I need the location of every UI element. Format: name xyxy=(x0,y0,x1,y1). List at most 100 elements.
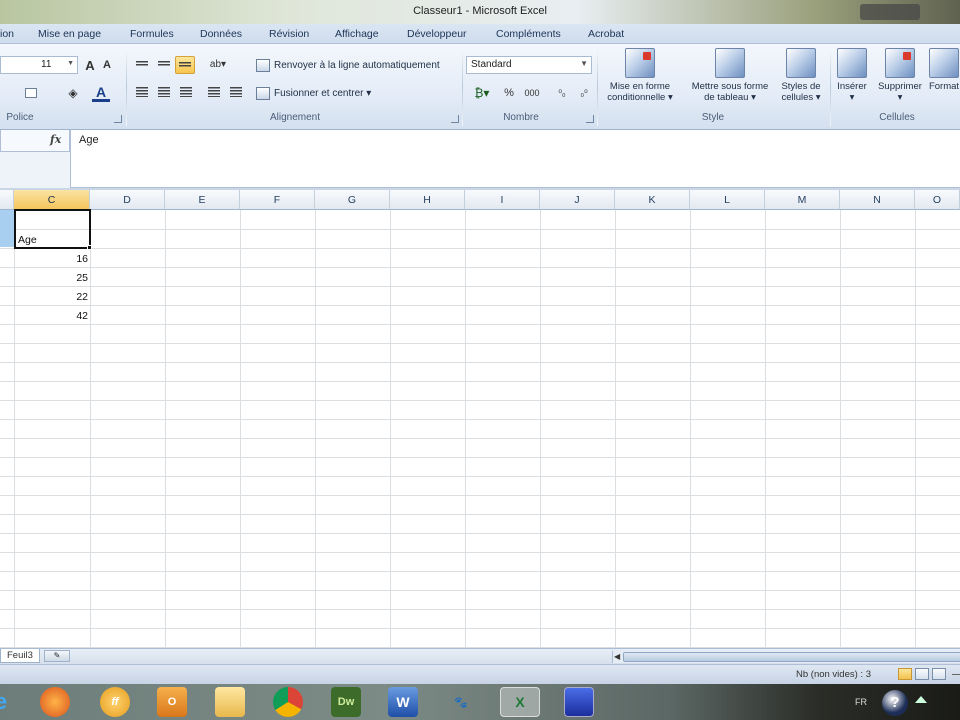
page-layout-view-icon[interactable] xyxy=(915,668,929,680)
column-header-g[interactable]: G xyxy=(315,190,390,210)
font-size-select[interactable]: 11 ▼ xyxy=(0,56,78,74)
tab-revision[interactable]: Révision xyxy=(269,28,309,40)
thousands-separator-icon[interactable]: 000 xyxy=(522,84,542,102)
column-header-j[interactable]: J xyxy=(540,190,615,210)
normal-view-icon[interactable] xyxy=(898,668,912,680)
column-header-e[interactable]: E xyxy=(165,190,240,210)
row-line xyxy=(0,590,960,591)
format-as-table-button[interactable]: Mettre sous forme de tableau ▾ xyxy=(684,48,776,103)
column-header-l[interactable]: L xyxy=(690,190,765,210)
column-header-f[interactable]: F xyxy=(240,190,315,210)
row-line xyxy=(0,438,960,439)
increase-indent-icon[interactable] xyxy=(228,85,244,99)
decrease-indent-icon[interactable] xyxy=(206,85,222,99)
remote-app-icon[interactable] xyxy=(564,687,594,717)
excel-icon[interactable]: X xyxy=(500,687,540,717)
merge-center-label: Fusionner et centrer ▾ xyxy=(274,87,372,99)
decrease-decimal-icon[interactable]: ₀⁰ xyxy=(574,84,594,102)
insert-button[interactable]: Insérer ▾ xyxy=(834,48,870,103)
column-header-c[interactable]: C xyxy=(14,190,90,210)
insert-sheet-icon[interactable]: ✎ xyxy=(44,650,70,662)
format-label: Format xyxy=(928,81,960,92)
tab-accueil[interactable]: ion xyxy=(0,28,14,40)
alignement-launcher-icon[interactable] xyxy=(451,115,459,123)
delete-button[interactable]: Supprimer ▾ xyxy=(874,48,926,103)
tab-formules[interactable]: Formules xyxy=(130,28,174,40)
tab-donnees[interactable]: Données xyxy=(200,28,242,40)
column-header-n[interactable]: N xyxy=(840,190,915,210)
col-line xyxy=(840,210,841,648)
percent-icon[interactable]: % xyxy=(500,84,518,102)
cell-c-value[interactable]: 22 xyxy=(14,291,88,303)
page-break-view-icon[interactable] xyxy=(932,668,946,680)
column-header-k[interactable]: K xyxy=(615,190,690,210)
chrome-icon[interactable] xyxy=(273,687,303,717)
number-format-select[interactable]: Standard ▼ xyxy=(466,56,592,74)
align-left-icon[interactable] xyxy=(134,85,150,99)
cell-c-header[interactable]: Age xyxy=(18,234,37,246)
orientation-icon[interactable]: ab▾ xyxy=(206,57,230,71)
formula-input[interactable]: Age xyxy=(70,130,960,188)
grow-font-icon[interactable]: A xyxy=(82,57,98,73)
accounting-format-icon[interactable]: ₿▾ xyxy=(470,84,494,102)
fill-color-icon[interactable]: ◈ xyxy=(64,85,82,101)
align-right-icon[interactable] xyxy=(178,85,194,99)
font-color-icon[interactable]: A xyxy=(92,84,110,102)
cell-c-value[interactable]: 16 xyxy=(14,253,88,265)
number-format-value: Standard xyxy=(471,59,512,70)
format-button[interactable]: Format xyxy=(928,48,960,92)
explorer-icon[interactable] xyxy=(215,687,245,717)
window-controls[interactable] xyxy=(860,4,920,20)
column-header-o[interactable]: O xyxy=(915,190,960,210)
column-header-b[interactable] xyxy=(0,190,14,210)
cell-styles-button[interactable]: Styles de cellules ▾ xyxy=(776,48,826,103)
format-as-table-icon xyxy=(715,48,745,78)
tab-complements[interactable]: Compléments xyxy=(496,28,561,40)
word-icon[interactable]: W xyxy=(388,687,418,717)
tab-mise-en-page[interactable]: Mise en page xyxy=(38,28,101,40)
borders-icon[interactable] xyxy=(22,86,40,100)
firefox-icon[interactable] xyxy=(40,687,70,717)
column-header-h[interactable]: H xyxy=(390,190,465,210)
column-header-d[interactable]: D xyxy=(90,190,165,210)
cell-c-value[interactable]: 25 xyxy=(14,272,88,284)
internet-explorer-icon[interactable]: e xyxy=(0,687,16,717)
row-line xyxy=(0,419,960,420)
selected-adjacent-cell[interactable] xyxy=(0,210,14,247)
align-bottom-icon[interactable] xyxy=(175,56,195,74)
mediaplayer-icon[interactable]: ff xyxy=(100,687,130,717)
notification-icon[interactable] xyxy=(915,696,927,703)
tab-acrobat[interactable]: Acrobat xyxy=(588,28,624,40)
tab-affichage[interactable]: Affichage xyxy=(335,28,379,40)
zoom-slider[interactable] xyxy=(952,674,960,675)
wrap-text-button[interactable]: Renvoyer à la ligne automatiquement xyxy=(256,56,440,74)
police-launcher-icon[interactable] xyxy=(114,115,122,123)
sheet-tab-feuil3[interactable]: Feuil3 xyxy=(0,649,40,663)
col-line xyxy=(615,210,616,648)
cell-c-value[interactable]: 42 xyxy=(14,310,88,322)
shrink-font-icon[interactable]: A xyxy=(100,58,114,72)
conditional-format-label: Mise en forme xyxy=(609,81,671,92)
align-middle-icon[interactable] xyxy=(156,57,172,71)
help-icon[interactable]: ? xyxy=(882,690,908,716)
outlook-icon[interactable]: O xyxy=(157,687,187,717)
align-center-icon[interactable] xyxy=(156,85,172,99)
scroll-left-icon[interactable]: ◀ xyxy=(614,652,620,661)
tab-developpeur[interactable]: Développeur xyxy=(407,28,467,40)
dreamweaver-icon[interactable]: Dw xyxy=(331,687,361,717)
fill-handle[interactable] xyxy=(87,245,92,250)
insert-function-icon[interactable]: fx xyxy=(50,133,61,146)
language-indicator[interactable]: FR xyxy=(855,697,867,707)
horizontal-scrollbar[interactable]: ◀ xyxy=(612,651,960,663)
gimp-icon[interactable]: 🐾 xyxy=(446,687,476,717)
column-header-m[interactable]: M xyxy=(765,190,840,210)
scrollbar-thumb[interactable] xyxy=(623,652,960,662)
align-top-icon[interactable] xyxy=(134,57,150,71)
row-line xyxy=(0,609,960,610)
delete-label: Supprimer xyxy=(878,81,922,92)
conditional-format-button[interactable]: Mise en forme conditionnelle ▾ xyxy=(602,48,678,103)
merge-center-button[interactable]: Fusionner et centrer ▾ xyxy=(256,84,371,102)
increase-decimal-icon[interactable]: ⁰₀ xyxy=(552,84,572,102)
nombre-launcher-icon[interactable] xyxy=(586,115,594,123)
column-header-i[interactable]: I xyxy=(465,190,540,210)
